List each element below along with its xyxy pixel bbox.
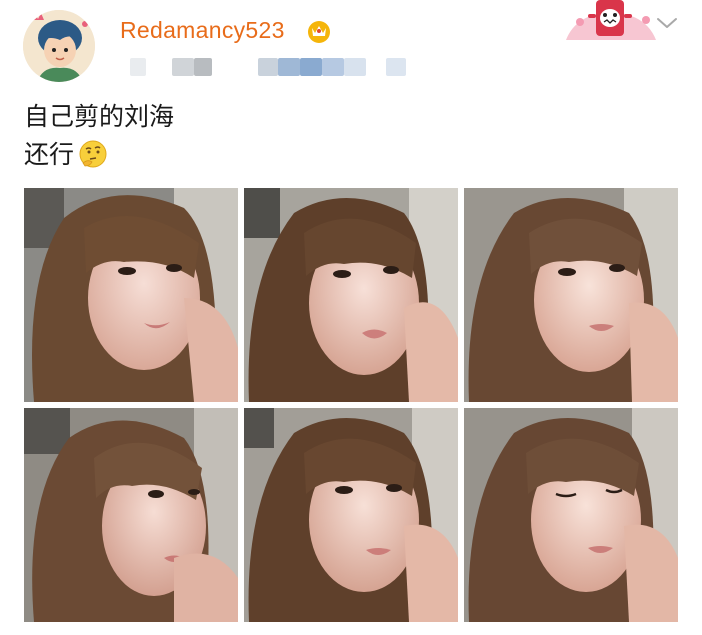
post-text-line: 自己剪的刘海	[24, 102, 175, 131]
post-text-fragment: 还行	[24, 140, 75, 169]
chevron-down-icon[interactable]	[655, 14, 679, 32]
post-text: 自己剪的刘海 还行	[24, 98, 174, 174]
thinking-face-icon	[78, 139, 108, 169]
photo-thumbnail[interactable]	[24, 408, 238, 622]
post-meta-blurred	[120, 56, 420, 78]
photo-thumbnail[interactable]	[464, 408, 678, 622]
photo-thumbnail[interactable]	[244, 188, 458, 402]
photo-thumbnail[interactable]	[24, 188, 238, 402]
pink-monster-sticker	[566, 0, 656, 40]
vip-crown-icon	[306, 18, 332, 44]
avatar[interactable]	[23, 10, 95, 82]
post-text-line: 还行	[24, 136, 174, 174]
avatar-illustration	[23, 10, 95, 82]
photo-thumbnail[interactable]	[244, 408, 458, 622]
photo-thumbnail[interactable]	[464, 188, 678, 402]
username[interactable]: Redamancy523	[120, 17, 285, 44]
photo-grid	[24, 188, 678, 622]
